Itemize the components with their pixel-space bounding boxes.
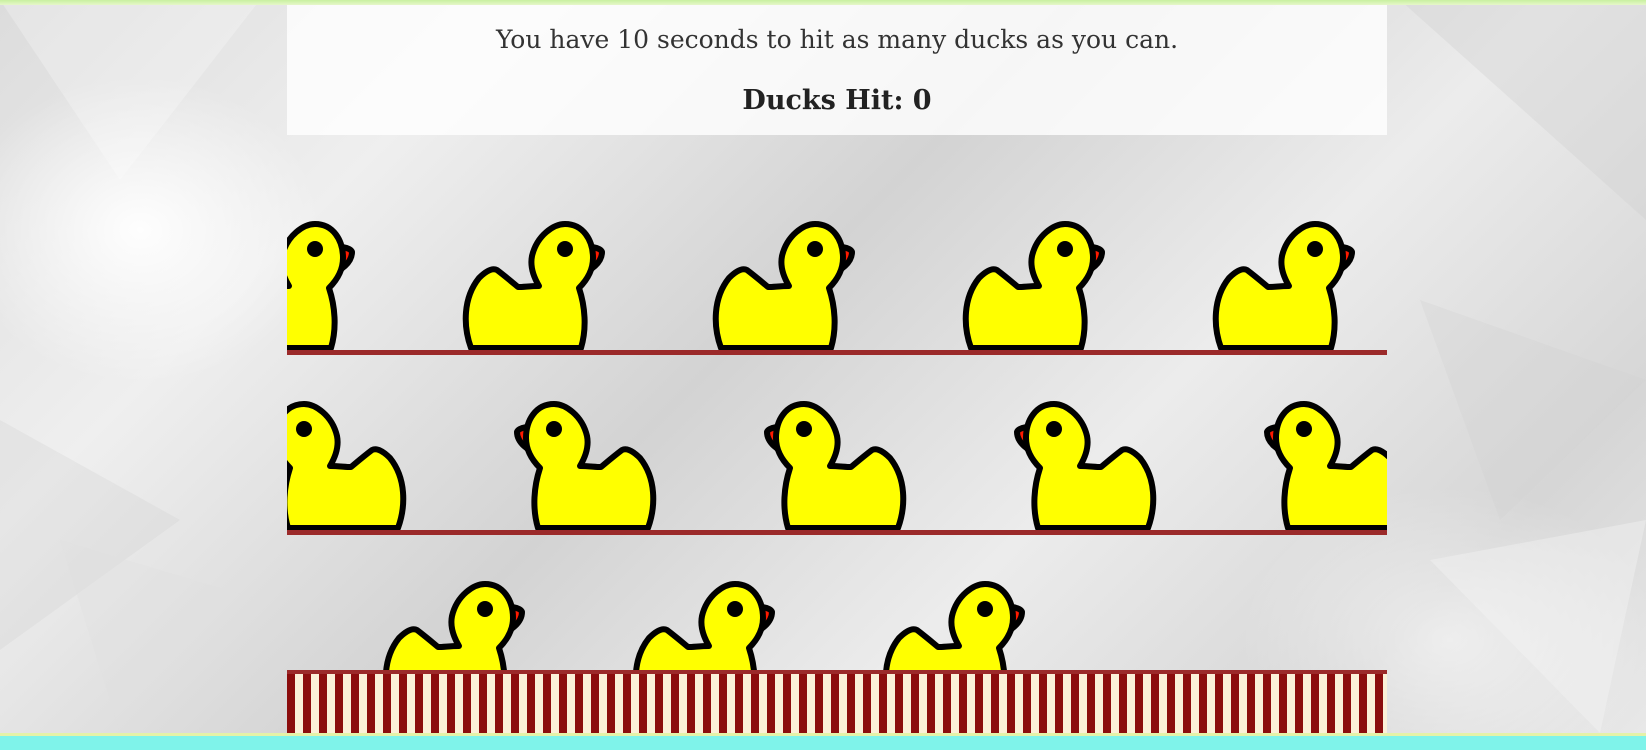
duck-icon xyxy=(502,400,662,530)
duck-target[interactable] xyxy=(1002,400,1162,530)
ducks-hit-score: Ducks Hit: 0 xyxy=(742,85,932,116)
duck-target[interactable] xyxy=(957,220,1117,350)
duck-target[interactable] xyxy=(707,220,867,350)
duck-icon xyxy=(287,400,412,530)
duck-icon xyxy=(1252,400,1387,530)
duck-icon xyxy=(957,220,1117,350)
duck-row-1 xyxy=(287,175,1387,355)
duck-target[interactable] xyxy=(752,400,912,530)
duck-icon xyxy=(707,220,867,350)
booth-counter xyxy=(287,670,1387,733)
duck-target[interactable] xyxy=(1252,400,1387,530)
duck-row-2 xyxy=(287,355,1387,535)
duck-target[interactable] xyxy=(502,400,662,530)
duck-icon xyxy=(1207,220,1367,350)
shooting-gallery xyxy=(287,135,1387,733)
duck-target[interactable] xyxy=(287,400,412,530)
duck-icon xyxy=(1002,400,1162,530)
duck-icon xyxy=(287,220,367,350)
duck-icon xyxy=(457,220,617,350)
duck-target[interactable] xyxy=(287,220,367,350)
instructions-text: You have 10 seconds to hit as many ducks… xyxy=(495,25,1179,54)
duck-target[interactable] xyxy=(1207,220,1367,350)
info-panel: You have 10 seconds to hit as many ducks… xyxy=(287,5,1387,135)
bottom-bar xyxy=(0,733,1646,750)
duck-target[interactable] xyxy=(457,220,617,350)
duck-icon xyxy=(752,400,912,530)
